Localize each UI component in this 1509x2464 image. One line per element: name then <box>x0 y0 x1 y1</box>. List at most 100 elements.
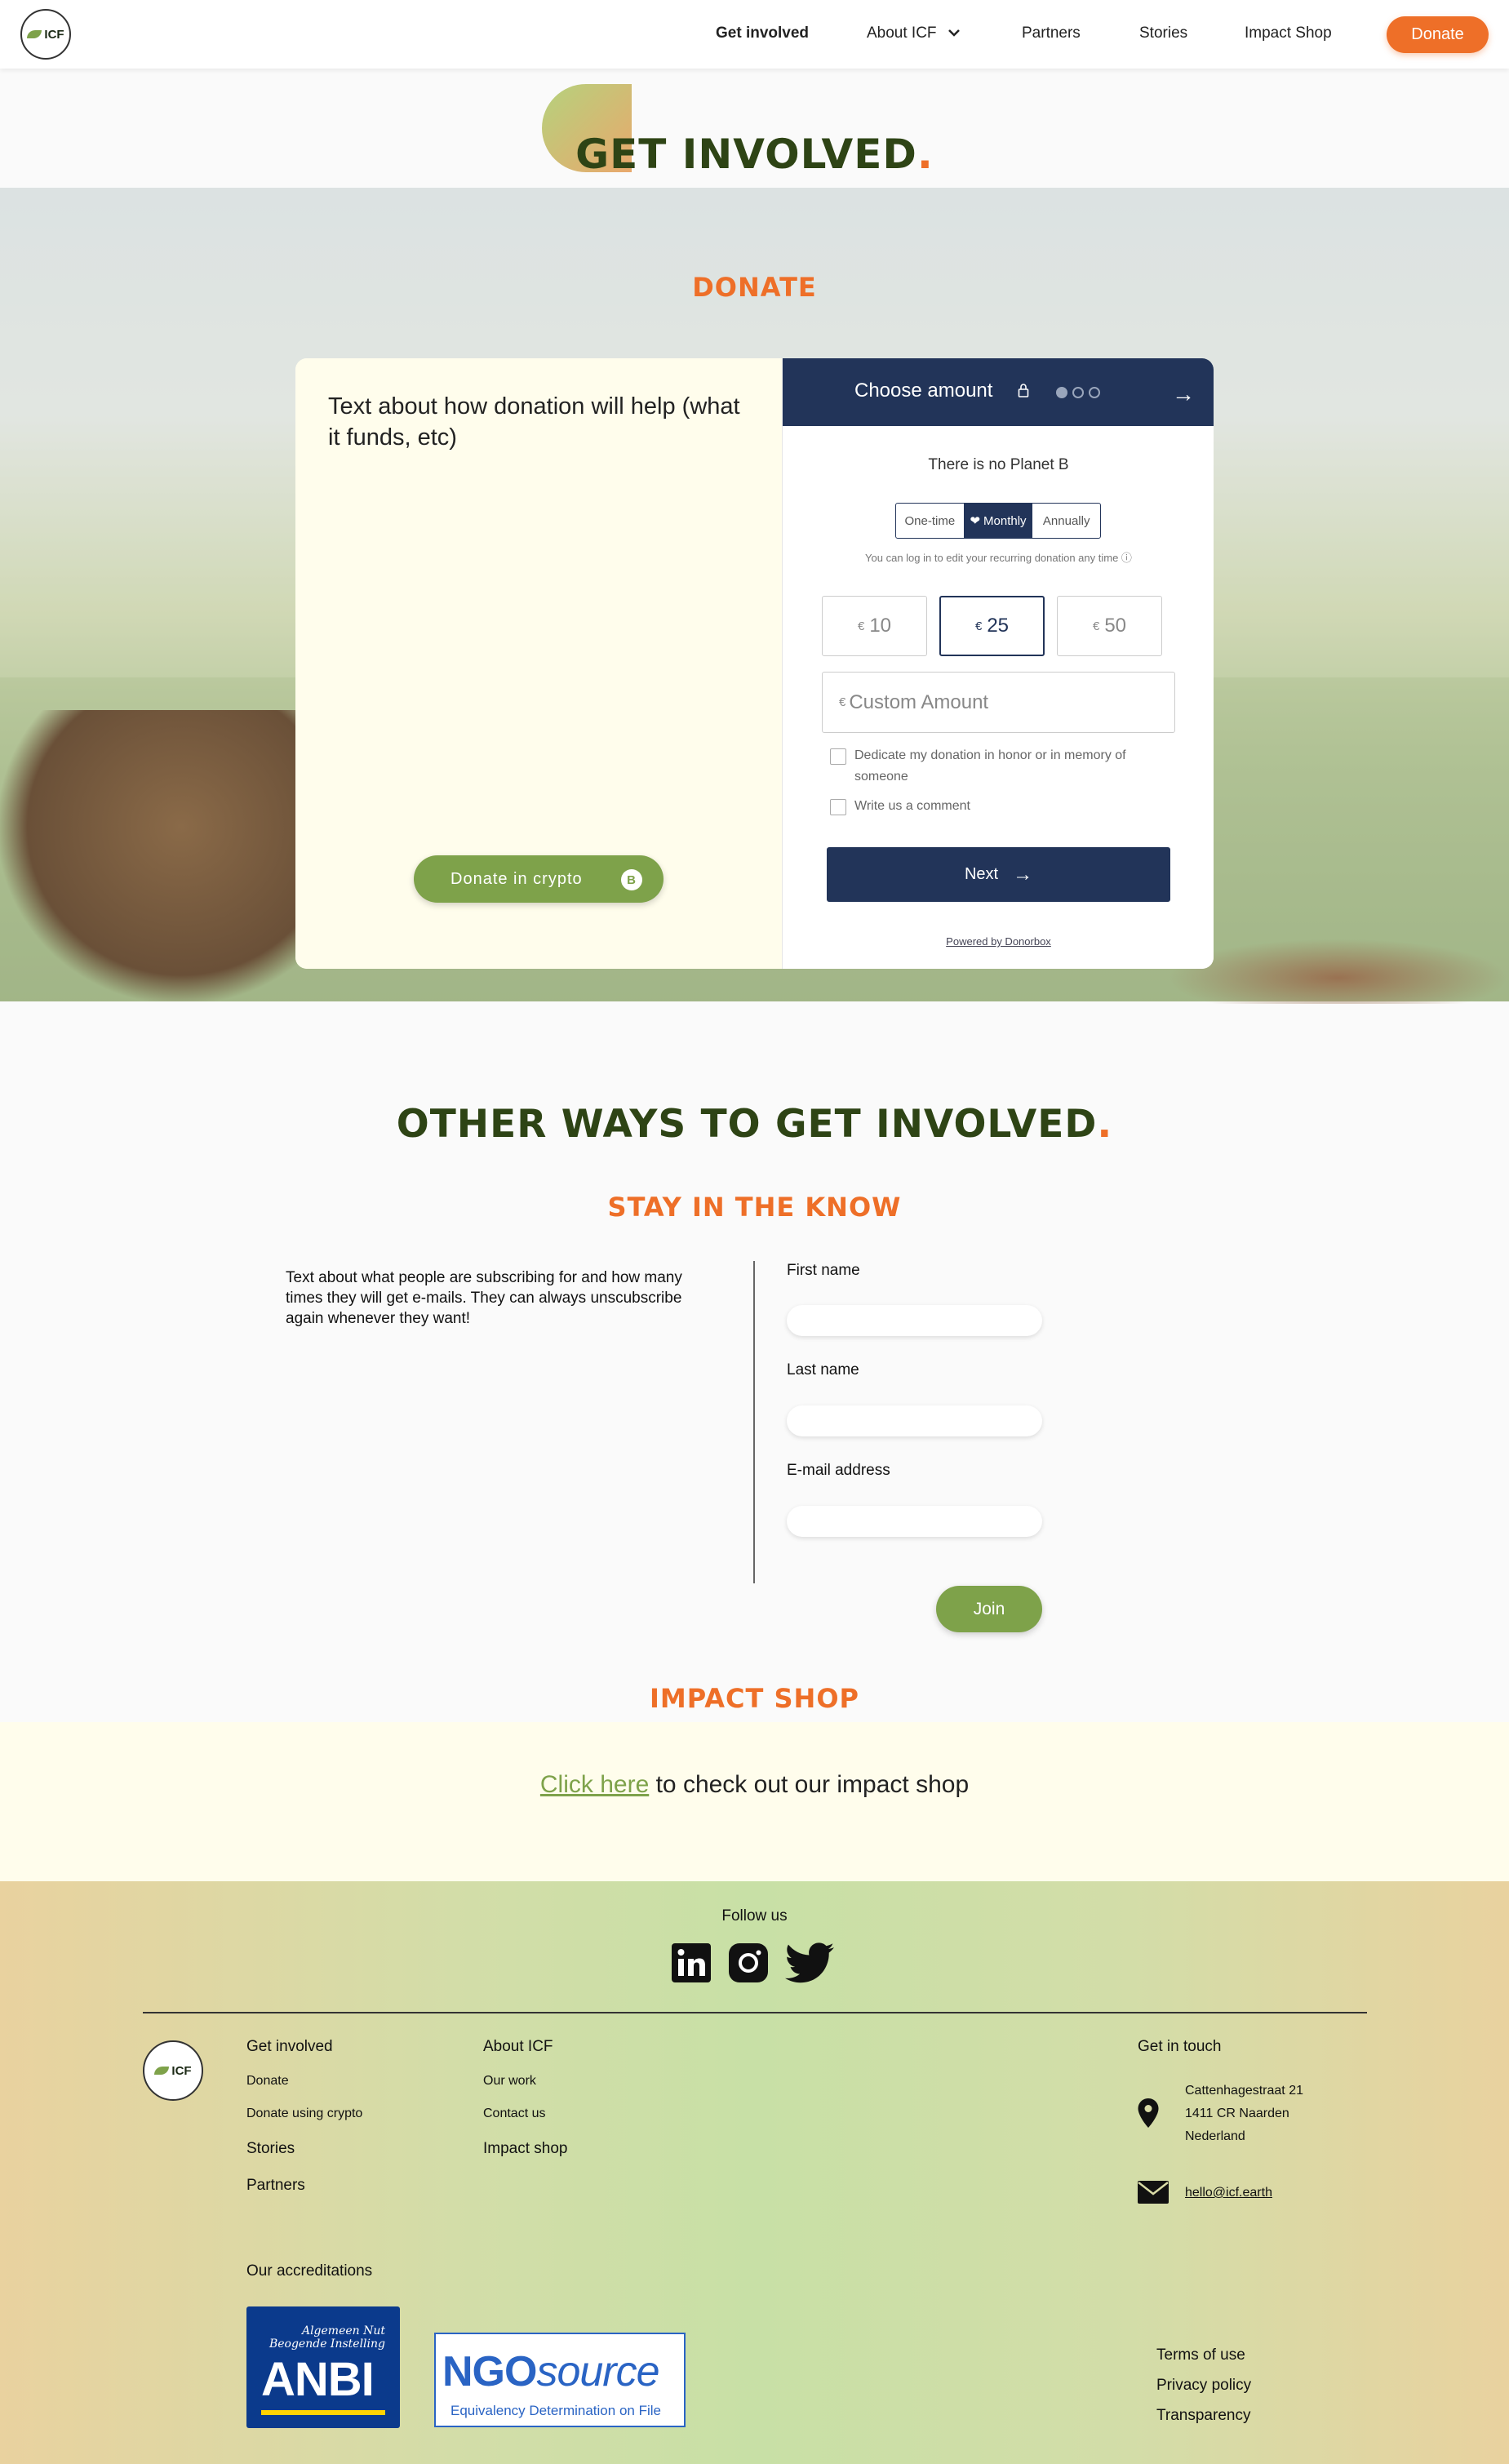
step-dot <box>1089 387 1100 398</box>
dedicate-label: Dedicate my donation in honor or in memo… <box>854 748 1126 784</box>
divider <box>753 1261 755 1583</box>
dedicate-checkbox[interactable] <box>830 748 846 765</box>
page-title-text: GET INVOLVED <box>575 131 917 178</box>
icf-logo[interactable]: ICF <box>20 9 71 60</box>
arrow-right-icon[interactable]: → <box>1172 381 1195 407</box>
step-dot <box>1072 387 1084 398</box>
donorbox-widget: Choose amount → There is no Planet B One… <box>782 358 1214 969</box>
arrow-right-icon: → <box>1013 863 1033 886</box>
terms-of-use-link[interactable]: Terms of use <box>1156 2346 1245 2364</box>
join-button[interactable]: Join <box>936 1586 1042 1632</box>
footer-get-involved[interactable]: Get involved <box>246 2038 333 2056</box>
heart-icon: ❤ <box>970 514 981 528</box>
nav-partners[interactable]: Partners <box>1022 24 1081 42</box>
nav-about-label: About ICF <box>867 24 937 42</box>
currency-symbol: € <box>974 619 983 633</box>
newsletter-description: Text about what people are subscribing f… <box>286 1269 682 1327</box>
currency-symbol: € <box>857 619 865 633</box>
accreditations-title: Our accreditations <box>246 2262 373 2280</box>
leaf-icon <box>27 30 42 38</box>
impact-shop-link[interactable]: Click here <box>540 1771 649 1798</box>
chevron-down-icon <box>948 29 960 37</box>
twitter-icon[interactable] <box>785 1942 836 1983</box>
bitcoin-icon: B <box>621 869 642 890</box>
donation-card: Text about how donation will help (what … <box>295 358 1214 969</box>
amount-value: 50 <box>1104 615 1127 637</box>
footer-link-donate[interactable]: Donate <box>246 2074 289 2089</box>
last-name-label: Last name <box>787 1361 859 1379</box>
nav-impact-shop[interactable]: Impact Shop <box>1245 24 1332 42</box>
location-pin-icon <box>1138 2098 1159 2128</box>
page-title-dot: . <box>916 131 934 178</box>
footer-link-donate-crypto[interactable]: Donate using crypto <box>246 2107 362 2121</box>
campaign-title: There is no Planet B <box>928 456 1069 473</box>
impact-shop-band <box>0 1722 1509 1881</box>
comment-checkbox[interactable] <box>830 799 846 815</box>
frequency-monthly[interactable]: ❤ Monthly <box>963 504 1032 538</box>
footer-partners[interactable]: Partners <box>246 2177 305 2195</box>
donate-heading: DONATE <box>692 272 817 303</box>
footer-link-our-work[interactable]: Our work <box>483 2074 536 2089</box>
anbi-logo: Algemeen Nut Beogende Instelling ANBI <box>246 2306 400 2428</box>
address-line-3: Nederland <box>1185 2129 1245 2143</box>
amount-value: 10 <box>869 615 892 637</box>
last-name-field[interactable] <box>787 1405 1042 1436</box>
donate-crypto-label: Donate in crypto <box>450 869 583 888</box>
amount-option-50[interactable]: €50 <box>1057 596 1162 656</box>
anbi-line-1: Algemeen Nut <box>301 2324 385 2337</box>
powered-by-link[interactable]: Powered by Donorbox <box>783 935 1214 948</box>
footer-stories[interactable]: Stories <box>246 2140 295 2158</box>
other-ways-dot: . <box>1097 1102 1113 1147</box>
ngosource-logo: NGOsource Equivalency Determination on F… <box>434 2333 686 2427</box>
nav-donate-button[interactable]: Donate <box>1387 16 1489 53</box>
frequency-monthly-label: Monthly <box>983 513 1027 528</box>
email-label: E-mail address <box>787 1462 890 1479</box>
widget-header-title: Choose amount <box>854 380 993 402</box>
donate-crypto-button[interactable]: Donate in crypto B <box>414 855 664 903</box>
step-dot <box>1056 387 1067 398</box>
footer-logo-text: ICF <box>171 2063 192 2078</box>
nav-get-involved[interactable]: Get involved <box>716 24 809 42</box>
contact-email-link[interactable]: hello@icf.earth <box>1185 2186 1272 2200</box>
ngosource-subtitle: Equivalency Determination on File <box>450 2403 661 2418</box>
donation-info-text: Text about how donation will help (what … <box>328 393 740 451</box>
other-ways-heading: OTHER WAYS TO GET INVOLVED. <box>0 1102 1509 1147</box>
next-label: Next <box>964 865 999 883</box>
footer-impact-shop[interactable]: Impact shop <box>483 2140 568 2158</box>
step-indicator <box>1056 387 1100 398</box>
first-name-label: First name <box>787 1262 860 1279</box>
linkedin-icon[interactable] <box>671 1942 712 1983</box>
instagram-icon[interactable] <box>728 1942 769 1983</box>
leaf-icon <box>154 2067 170 2075</box>
email-field[interactable] <box>787 1506 1042 1537</box>
logo-text: ICF <box>44 27 64 42</box>
currency-symbol: € <box>839 695 846 709</box>
anbi-line-2: Beogende Instelling <box>269 2337 385 2351</box>
recurring-note: You can log in to edit your recurring do… <box>865 552 1132 564</box>
address-line-1: Cattenhagestraat 21 <box>1185 2084 1303 2098</box>
nav-about-icf[interactable]: About ICF <box>867 24 961 42</box>
amount-option-10[interactable]: €10 <box>822 596 927 656</box>
other-ways-title: OTHER WAYS TO GET INVOLVED <box>396 1102 1098 1147</box>
privacy-policy-link[interactable]: Privacy policy <box>1156 2377 1251 2395</box>
get-in-touch-title: Get in touch <box>1138 2038 1222 2055</box>
first-name-field[interactable] <box>787 1305 1042 1336</box>
custom-amount-input[interactable]: € Custom Amount <box>822 672 1175 733</box>
follow-us-label: Follow us <box>721 1907 788 1925</box>
amount-option-25[interactable]: €25 <box>939 596 1045 656</box>
footer-link-contact-us[interactable]: Contact us <box>483 2107 545 2121</box>
elephant-image-2 <box>1167 939 1509 1004</box>
footer-about-icf[interactable]: About ICF <box>483 2038 553 2056</box>
currency-symbol: € <box>1092 619 1100 633</box>
nav-stories[interactable]: Stories <box>1139 24 1187 42</box>
anbi-subtitle: Algemeen Nut Beogende Instelling <box>269 2324 385 2351</box>
frequency-annually[interactable]: Annually <box>1032 504 1100 538</box>
impact-shop-text: Click here to check out our impact shop <box>0 1771 1509 1799</box>
next-button[interactable]: Next → <box>827 847 1170 902</box>
frequency-one-time[interactable]: One-time <box>896 504 964 538</box>
lock-icon <box>1018 384 1029 397</box>
ngo-italic: source <box>536 2348 659 2395</box>
transparency-link[interactable]: Transparency <box>1156 2407 1250 2425</box>
frequency-selector: One-time ❤ Monthly Annually <box>895 503 1101 539</box>
footer-icf-logo[interactable]: ICF <box>143 2040 203 2101</box>
